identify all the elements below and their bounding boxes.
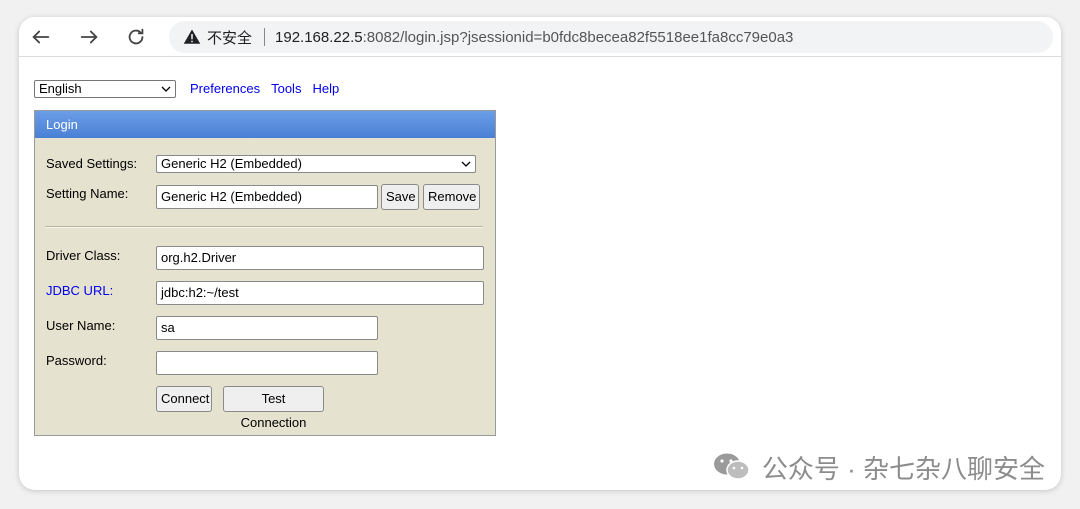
test-connection-button[interactable]: Test Connection xyxy=(223,386,324,430)
address-separator xyxy=(264,28,266,46)
saved-settings-select[interactable]: Generic H2 (Embedded) xyxy=(156,155,476,173)
forward-button[interactable] xyxy=(75,23,103,51)
security-label[interactable]: 不安全 xyxy=(207,27,252,48)
language-value: English xyxy=(39,81,82,96)
page-content: English Preferences Tools Help Login Saved… xyxy=(19,58,1061,490)
form-divider xyxy=(45,226,483,228)
setting-name-label: Setting Name: xyxy=(46,186,129,201)
url-host: 192.168.22.5 xyxy=(275,28,363,46)
reload-button[interactable] xyxy=(122,23,150,51)
user-name-input[interactable]: sa xyxy=(156,316,378,340)
remove-button[interactable]: Remove xyxy=(423,184,480,210)
watermark: 公众号 · 杂七杂八聊安全 xyxy=(712,452,1045,484)
top-links: Preferences Tools Help xyxy=(190,81,350,96)
address-bar[interactable]: 不安全 192.168.22.5:8082/login.jsp?jsession… xyxy=(169,21,1053,53)
tools-link[interactable]: Tools xyxy=(271,81,301,96)
setting-name-input[interactable]: Generic H2 (Embedded) xyxy=(156,185,378,209)
language-select[interactable]: English xyxy=(34,80,176,98)
saved-settings-label: Saved Settings: xyxy=(46,156,138,171)
url-path: :8082/login.jsp?jsessionid=b0fdc8becea82… xyxy=(362,28,794,46)
driver-class-input[interactable]: org.h2.Driver xyxy=(156,246,484,270)
password-label: Password: xyxy=(46,353,107,368)
save-button[interactable]: Save xyxy=(381,184,419,210)
saved-settings-value: Generic H2 (Embedded) xyxy=(161,156,302,171)
arrow-right-icon xyxy=(80,30,98,44)
login-panel-title: Login xyxy=(35,111,495,138)
warning-triangle-icon xyxy=(183,28,201,46)
arrow-left-icon xyxy=(32,30,50,44)
wechat-icon xyxy=(713,453,750,480)
preferences-link[interactable]: Preferences xyxy=(190,81,260,96)
chevron-down-icon xyxy=(461,161,471,167)
back-button[interactable] xyxy=(27,23,55,51)
user-name-label: User Name: xyxy=(46,318,116,333)
jdbc-url-input[interactable]: jdbc:h2:~/test xyxy=(156,281,484,305)
jdbc-url-link[interactable]: JDBC URL: xyxy=(46,283,113,298)
browser-toolbar: 不安全 192.168.22.5:8082/login.jsp?jsession… xyxy=(19,17,1061,57)
password-input[interactable] xyxy=(156,351,378,375)
reload-icon xyxy=(128,28,144,45)
login-panel: Login Saved Settings: Generic H2 (Embedd… xyxy=(34,110,496,436)
connect-button[interactable]: Connect xyxy=(156,386,212,412)
browser-window: 不安全 192.168.22.5:8082/login.jsp?jsession… xyxy=(19,17,1061,490)
help-link[interactable]: Help xyxy=(312,81,339,96)
driver-class-label: Driver Class: xyxy=(46,248,121,263)
watermark-text: 公众号 · 杂七杂八聊安全 xyxy=(761,453,1045,484)
chevron-down-icon xyxy=(161,86,171,92)
